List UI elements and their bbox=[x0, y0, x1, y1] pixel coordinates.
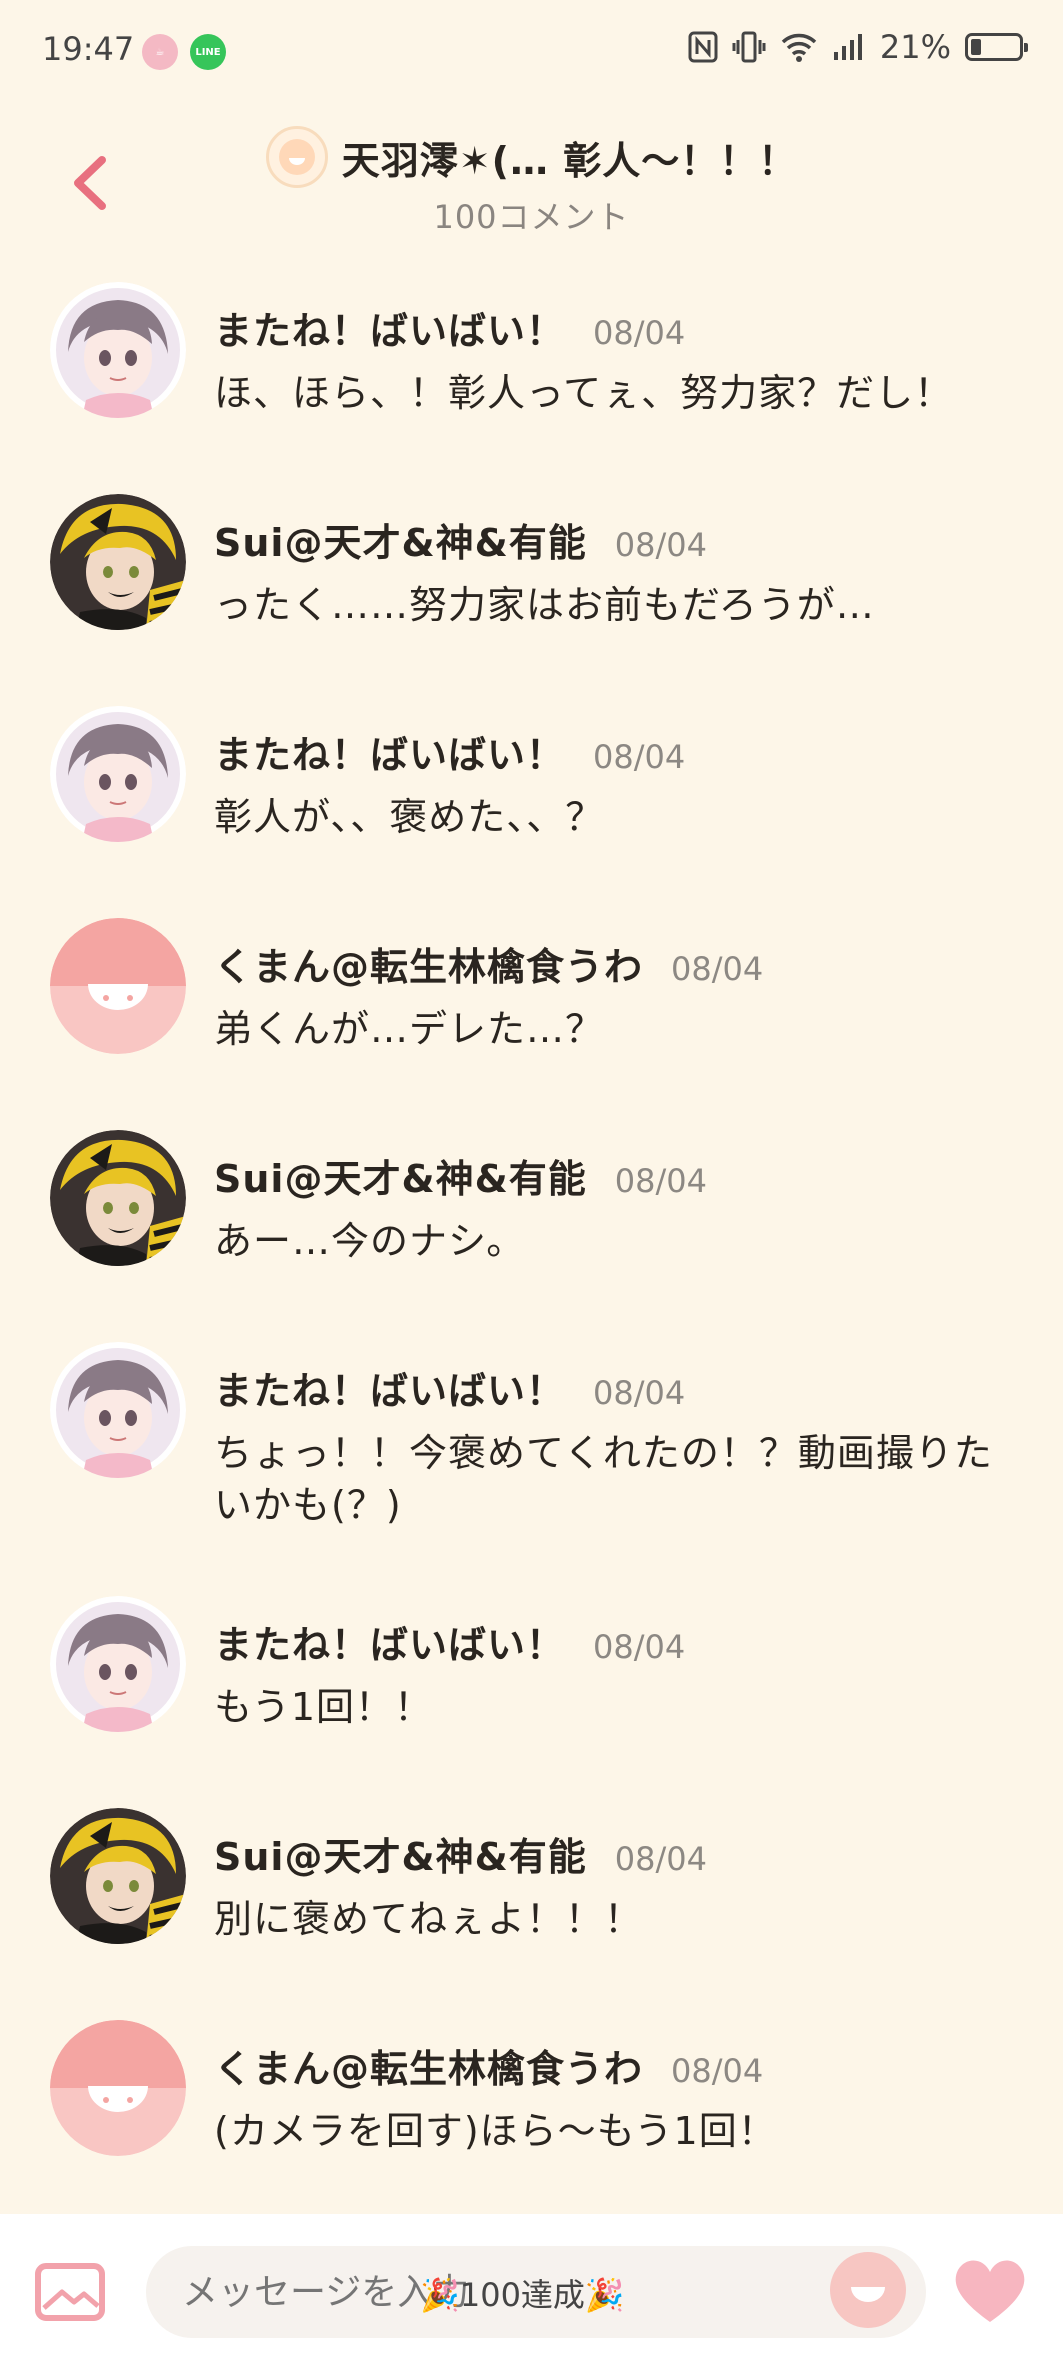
comment-body: Sui@天才&神&有能 08/04 別に褒めてねぇよ！！！ bbox=[214, 1826, 1024, 1945]
comment-body: Sui@天才&神&有能 08/04 あー…今のナシ。 bbox=[214, 1148, 1024, 1267]
comment-text: 彰人が、、褒めた、、？ bbox=[214, 795, 605, 839]
comment-body: Sui@天才&神&有能 08/04 ったく……努力家はお前もだろうが… bbox=[214, 512, 1024, 631]
comment-header: またね！ばいばい！ 08/04 bbox=[214, 300, 1024, 355]
comment-text: あー…今のナシ。 bbox=[214, 1219, 526, 1263]
comment-header: Sui@天才&神&有能 08/04 bbox=[214, 1826, 1024, 1881]
comment-author[interactable]: Sui@天才&神&有能 bbox=[214, 1148, 587, 1203]
comment-author[interactable]: またね！ばいばい！ bbox=[214, 300, 565, 355]
comment-date: 08/04 bbox=[593, 1628, 686, 1666]
composer-bar: 🎉100達成🎉 bbox=[0, 2214, 1063, 2364]
comment-body: くまん@転生林檎食うわ 08/04 (カメラを回す)ほら〜もう1回！ bbox=[214, 2038, 1024, 2157]
comment-date: 08/04 bbox=[614, 1162, 707, 1200]
comment-author[interactable]: Sui@天才&神&有能 bbox=[214, 512, 587, 567]
comment-header: またね！ばいばい！ 08/04 bbox=[214, 724, 1024, 779]
nfc-icon bbox=[688, 31, 718, 63]
comment-date: 08/04 bbox=[671, 2052, 764, 2090]
comment-header: またね！ばいばい！ 08/04 bbox=[214, 1360, 1024, 1415]
comment-header: くまん@転生林檎食うわ 08/04 bbox=[214, 2038, 1024, 2093]
comment-text: 別に褒めてねぇよ！！！ bbox=[214, 1897, 644, 1941]
battery-percent: 21% bbox=[879, 28, 951, 66]
status-time: 19:47 bbox=[42, 30, 135, 68]
comment-date: 08/04 bbox=[593, 738, 686, 776]
yellow-hair-boy-avatar[interactable] bbox=[50, 494, 186, 630]
comment-text: ちょっ！！今褒めてくれたの！？動画撮りたいかも(？) bbox=[214, 1431, 993, 1527]
comment-text: 弟くんが…デレた…？ bbox=[214, 1007, 605, 1051]
battery-icon bbox=[965, 33, 1028, 61]
comment-text: もう1回！！ bbox=[214, 1685, 434, 1729]
image-button[interactable] bbox=[34, 2262, 106, 2322]
comment-header: Sui@天才&神&有能 08/04 bbox=[214, 512, 1024, 567]
line-app-icon: LINE bbox=[190, 34, 226, 70]
comment-author[interactable]: またね！ばいばい！ bbox=[214, 724, 565, 779]
comment-header: くまん@転生林檎食うわ 08/04 bbox=[214, 936, 1024, 991]
header-center[interactable]: 天羽澪✶(… 彰人〜！！！ 100コメント bbox=[0, 126, 1063, 238]
comment-author[interactable]: またね！ばいばい！ bbox=[214, 1614, 565, 1669]
comment-author[interactable]: くまん@転生林檎食うわ bbox=[214, 936, 643, 991]
comment-author[interactable]: Sui@天才&神&有能 bbox=[214, 1826, 587, 1881]
comment-body: またね！ばいばい！ 08/04 ちょっ！！今褒めてくれたの！？動画撮りたいかも(… bbox=[214, 1360, 1024, 1531]
comment-date: 08/04 bbox=[593, 1374, 686, 1412]
yellow-hair-boy-avatar[interactable] bbox=[50, 1130, 186, 1266]
default-smile-avatar[interactable] bbox=[50, 2020, 186, 2156]
comment-author[interactable]: またね！ばいばい！ bbox=[214, 1360, 565, 1415]
battery-tip bbox=[1024, 43, 1028, 52]
grey-hair-girl-avatar[interactable] bbox=[50, 1342, 186, 1478]
header-title-row: 天羽澪✶(… 彰人〜！！！ bbox=[265, 126, 798, 188]
comment-text: ったく……努力家はお前もだろうが… bbox=[214, 583, 875, 627]
heart-icon bbox=[955, 2260, 1025, 2322]
comment-author[interactable]: くまん@転生林檎食うわ bbox=[214, 2038, 643, 2093]
page-title: 天羽澪✶(… 彰人〜！！！ bbox=[341, 138, 798, 183]
grey-hair-girl-avatar[interactable] bbox=[50, 282, 186, 418]
comment-date: 08/04 bbox=[671, 950, 764, 988]
stamp-button[interactable] bbox=[830, 2252, 906, 2328]
grey-hair-girl-avatar[interactable] bbox=[50, 1596, 186, 1732]
image-icon bbox=[35, 2263, 105, 2321]
like-button[interactable] bbox=[950, 2254, 1030, 2326]
comment-date: 08/04 bbox=[614, 526, 707, 564]
comment-date: 08/04 bbox=[614, 1840, 707, 1878]
comment-count: 100コメント bbox=[433, 198, 630, 236]
room-avatar-icon bbox=[265, 126, 328, 188]
comment-body: くまん@転生林檎食うわ 08/04 弟くんが…デレた…？ bbox=[214, 936, 1024, 1055]
comment-header: Sui@天才&神&有能 08/04 bbox=[214, 1148, 1024, 1203]
comment-body: またね！ばいばい！ 08/04 もう1回！！ bbox=[214, 1614, 1024, 1733]
message-input[interactable] bbox=[146, 2246, 926, 2338]
comment-header: またね！ばいばい！ 08/04 bbox=[214, 1614, 1024, 1669]
cup-app-icon: ☕ bbox=[142, 34, 178, 70]
yellow-hair-boy-avatar[interactable] bbox=[50, 1808, 186, 1944]
vibrate-icon bbox=[732, 30, 766, 64]
signal-icon bbox=[832, 32, 866, 62]
battery-fill bbox=[971, 39, 981, 55]
comment-body: またね！ばいばい！ 08/04 彰人が、、褒めた、、？ bbox=[214, 724, 1024, 843]
status-right: 21% bbox=[688, 28, 1028, 66]
grey-hair-girl-avatar[interactable] bbox=[50, 706, 186, 842]
status-bar: 19:47 ☕ LINE 21% bbox=[0, 0, 1063, 100]
comment-date: 08/04 bbox=[593, 314, 686, 352]
comment-text: (カメラを回す)ほら〜もう1回！ bbox=[214, 2109, 777, 2153]
wifi-icon bbox=[780, 31, 818, 63]
comment-text: ほ、ほら、！彰人ってぇ、努力家？だし！ bbox=[214, 371, 954, 415]
comment-body: またね！ばいばい！ 08/04 ほ、ほら、！彰人ってぇ、努力家？だし！ bbox=[214, 300, 1024, 419]
chat-header: 天羽澪✶(… 彰人〜！！！ 100コメント bbox=[0, 110, 1063, 250]
default-smile-avatar[interactable] bbox=[50, 918, 186, 1054]
status-app-icons: ☕ LINE bbox=[142, 34, 226, 70]
smile-icon bbox=[851, 2287, 885, 2302]
